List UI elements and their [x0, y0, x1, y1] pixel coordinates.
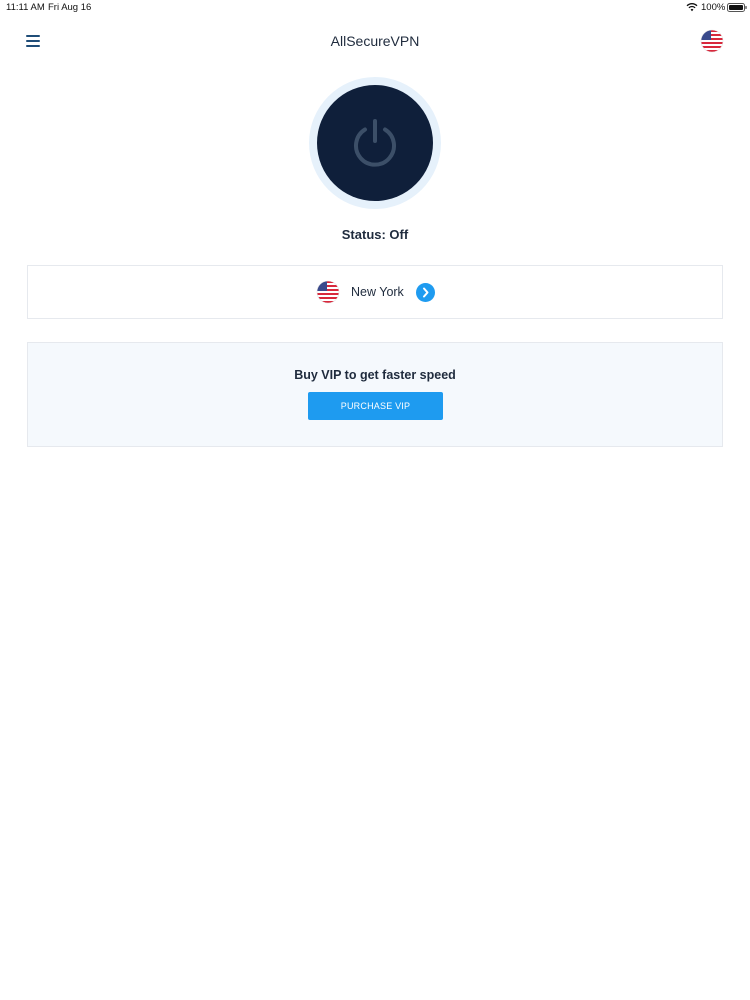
status-bar: 11:11 AM Fri Aug 16 100% — [0, 0, 750, 16]
us-flag-icon[interactable] — [700, 29, 724, 53]
battery-icon — [727, 3, 747, 12]
power-button-ring — [309, 77, 441, 209]
vip-message: Buy VIP to get faster speed — [294, 368, 456, 382]
header-bar: AllSecureVPN — [0, 22, 750, 62]
location-selector[interactable]: New York — [27, 265, 723, 319]
battery-percent: 100% — [701, 2, 726, 13]
status-time: 11:11 AM — [6, 2, 45, 13]
power-button[interactable] — [317, 85, 433, 201]
connection-status: Status: Off — [341, 227, 409, 242]
vip-promo-card: Buy VIP to get faster speed PURCHASE VIP — [27, 342, 723, 447]
chevron-right-icon[interactable] — [416, 283, 435, 302]
power-icon — [354, 119, 396, 167]
location-name: New York — [351, 285, 404, 299]
status-date: Fri Aug 16 — [48, 2, 92, 13]
app-title: AllSecureVPN — [330, 33, 420, 49]
purchase-vip-button[interactable]: PURCHASE VIP — [308, 392, 443, 420]
us-flag-icon — [316, 280, 340, 304]
wifi-icon — [686, 3, 698, 12]
